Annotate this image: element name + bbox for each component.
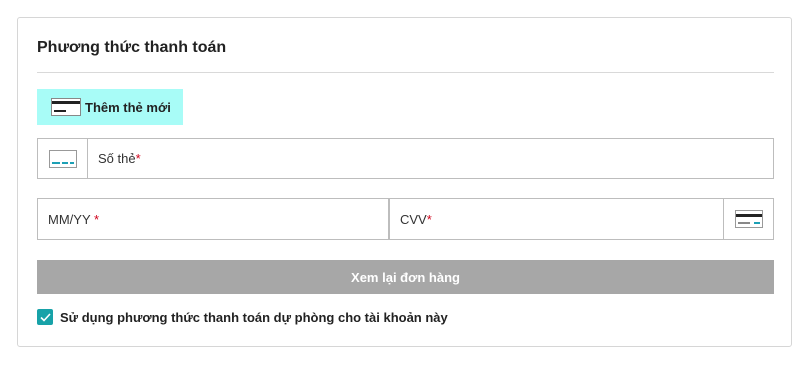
required-mark: * [94,211,100,227]
required-mark: * [135,151,141,166]
card-number-field[interactable]: Số thẻ* [37,138,774,179]
divider [37,72,774,73]
credit-card-icon [51,98,81,116]
payment-method-card: Phương thức thanh toán Thêm thẻ mới Số t… [17,17,792,347]
review-order-button[interactable]: Xem lại đơn hàng [37,260,774,294]
backup-payment-label: Sử dụng phương thức thanh toán dự phòng … [60,309,448,325]
section-title: Phương thức thanh toán [37,39,227,56]
cvv-field[interactable]: CVV* [389,198,774,240]
credit-card-icon [48,149,77,168]
cvv-icon-cell [723,199,773,239]
card-number-icon-cell [38,139,88,178]
add-new-card-tab[interactable]: Thêm thẻ mới [37,89,183,125]
expiry-date-field[interactable]: MM/YY * [37,198,389,240]
credit-card-back-icon [734,210,763,228]
backup-payment-option[interactable]: Sử dụng phương thức thanh toán dự phòng … [37,309,448,325]
required-mark: * [426,211,432,227]
cvv-placeholder: CVV* [400,211,432,227]
add-new-card-label: Thêm thẻ mới [85,99,171,115]
backup-payment-checkbox[interactable] [37,309,53,325]
expiry-placeholder: MM/YY * [48,211,100,227]
checkmark-icon [39,312,51,322]
card-number-placeholder: Số thẻ* [98,151,141,166]
